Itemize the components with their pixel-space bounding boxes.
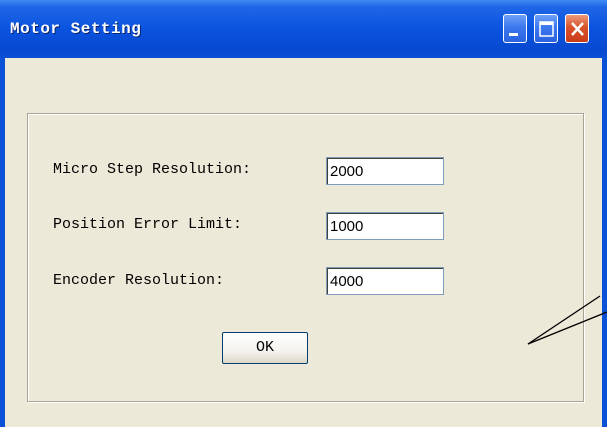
motor-setting-window: Motor Setting Micro Step Resolution: 200… — [0, 0, 607, 427]
callout-pointer — [527, 295, 607, 345]
